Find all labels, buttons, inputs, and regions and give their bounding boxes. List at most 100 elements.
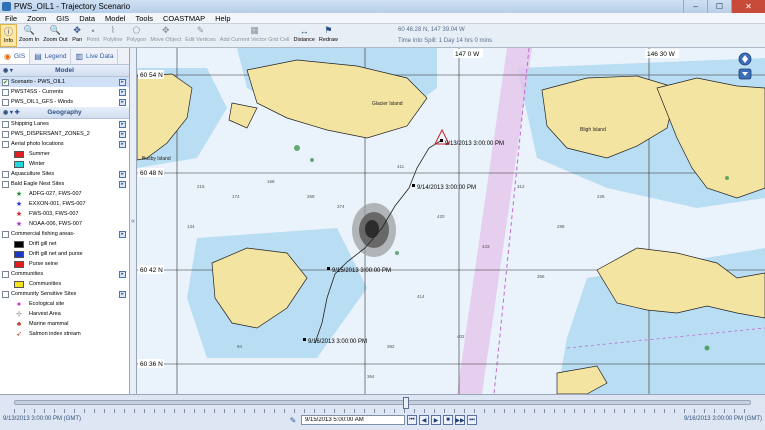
zoom-compass-control[interactable] — [737, 52, 753, 80]
tool-label: Redraw — [318, 37, 338, 43]
menu-coastmap[interactable]: COASTMAP — [158, 14, 210, 23]
tool-redraw-button[interactable]: ⚑ Redraw — [317, 24, 340, 47]
playback-stop-button[interactable]: ■ — [443, 415, 453, 425]
layer-options-icon[interactable]: ▸ — [119, 88, 126, 96]
model-layer-row[interactable]: ✔ Scenario - PWS_OIL1 ▸ — [0, 77, 129, 87]
layer-checkbox[interactable] — [2, 180, 9, 188]
layer-options-icon[interactable]: ▸ — [119, 180, 126, 188]
current-time-field[interactable] — [301, 415, 405, 425]
layer-options-icon[interactable]: ▸ — [119, 130, 126, 138]
wrench-icon[interactable]: ✎ — [288, 415, 298, 425]
svg-text:168: 168 — [267, 179, 275, 184]
legend-entry: ● Ecological site — [0, 299, 129, 309]
geography-layer-row[interactable]: Community Sensitive Sites ▸ — [0, 289, 129, 299]
layer-name: Bald Eagle Nest Sites — [11, 181, 65, 187]
layer-checkbox[interactable] — [2, 270, 9, 278]
panel-collapse-handle[interactable]: « — [130, 48, 137, 394]
model-section-header[interactable]: ◉ ▾ Model — [0, 65, 129, 77]
menu-zoom[interactable]: Zoom — [22, 14, 51, 23]
menu-tools[interactable]: Tools — [130, 14, 158, 23]
move-object-icon: ✥ — [162, 25, 170, 35]
tool-info-button[interactable]: ⓘ Info — [0, 24, 17, 47]
legend-swatch-icon — [14, 150, 24, 158]
model-layer-row[interactable]: PWST4SS - Currents ▸ — [0, 87, 129, 97]
layer-options-icon[interactable]: ▸ — [119, 170, 126, 178]
minimize-button[interactable]: – — [683, 0, 707, 13]
layer-checkbox[interactable] — [2, 120, 9, 128]
legend-label: Harvest Area — [29, 311, 61, 317]
layer-options-icon[interactable]: ▸ — [119, 78, 126, 86]
tab-live-data[interactable]: ▥ Live Data — [71, 48, 119, 64]
tool-add-grid-cell-button[interactable]: ▦ Add Current Vector Grid Cell — [218, 24, 292, 47]
time-slider-thumb[interactable] — [402, 397, 409, 409]
place-glacier-island: Glacier Island — [372, 101, 403, 107]
playback-play-button[interactable]: ▶ — [431, 415, 441, 425]
tool-point-button[interactable]: • Point — [85, 24, 102, 47]
tool-distance-button[interactable]: ↔ Distance — [292, 24, 317, 47]
playback-previous-button[interactable]: ◀ — [419, 415, 429, 425]
layer-checkbox[interactable] — [2, 290, 9, 298]
geography-layer-row[interactable]: Commercial fishing areas- ▸ — [0, 229, 129, 239]
layer-options-icon[interactable]: ▸ — [119, 270, 126, 278]
legend-entry: ★ FWS-003, FWS-007 — [0, 209, 129, 219]
tool-zoom-in-button[interactable]: 🔍 Zoom In — [17, 24, 41, 47]
edit-vertices-icon: ✎ — [196, 25, 205, 35]
layer-name: Community Sensitive Sites — [11, 291, 77, 297]
geography-layer-row[interactable]: Shipping Lanes ▸ — [0, 119, 129, 129]
layer-options-icon[interactable]: ▸ — [119, 98, 126, 106]
layer-options-icon[interactable]: ▸ — [119, 140, 126, 148]
tool-move-object-button[interactable]: ✥ Move Object — [148, 24, 183, 47]
trajectory-label-day3: 9/15/2013 3:00:00 PM — [332, 268, 391, 274]
legend-label: Drift gill net — [29, 241, 57, 247]
tool-pan-button[interactable]: ✥ Pan — [70, 24, 85, 47]
maximize-button[interactable]: ☐ — [707, 0, 731, 13]
legend-swatch-icon: ♣ — [16, 320, 22, 328]
geography-layer-row[interactable]: Aquaculture Sites ▸ — [0, 169, 129, 179]
layer-options-icon[interactable]: ▸ — [119, 230, 126, 238]
layer-checkbox[interactable] — [2, 130, 9, 138]
layer-options-icon[interactable]: ▸ — [119, 290, 126, 298]
time-slider[interactable] — [14, 397, 751, 409]
geography-layer-row[interactable]: PWS_DISPERSANT_ZONES_2 ▸ — [0, 129, 129, 139]
title-bar: PWS_OIL1 - Trajectory Scenario – ☐ ✕ — [0, 0, 765, 13]
layer-checkbox[interactable] — [2, 88, 9, 96]
nautical-chart[interactable]: 9/13/2013 3:00:00 PM 9/14/2013 3:00:00 P… — [137, 48, 765, 394]
geography-layer-row[interactable]: Bald Eagle Nest Sites ▸ — [0, 179, 129, 189]
legend-entry: ⊹ Harvest Area — [0, 309, 129, 319]
svg-text:94: 94 — [237, 344, 243, 349]
legend-entry: Winter — [0, 159, 129, 169]
layer-checkbox[interactable] — [2, 230, 9, 238]
live-data-icon: ▥ — [75, 51, 84, 61]
geography-section-header[interactable]: ◉ ▾ ✚ Geography — [0, 107, 129, 119]
tool-label: Info — [3, 38, 14, 44]
menu-gis[interactable]: GIS — [51, 14, 74, 23]
geography-layer-row[interactable]: Communities ▸ — [0, 269, 129, 279]
map-view[interactable]: 9/13/2013 3:00:00 PM 9/14/2013 3:00:00 P… — [137, 48, 765, 394]
playback-first-button[interactable]: ⏮ — [407, 415, 417, 425]
close-button[interactable]: ✕ — [731, 0, 765, 13]
svg-text:268: 268 — [307, 194, 315, 199]
layer-checkbox[interactable] — [2, 140, 9, 148]
model-layer-row[interactable]: PWS_OIL1_GFS - Winds ▸ — [0, 97, 129, 107]
tab-legend[interactable]: ▤ Legend — [30, 48, 72, 64]
tool-zoom-out-button[interactable]: 🔍 Zoom Out — [41, 24, 69, 47]
tool-polygon-button[interactable]: ⬠ Polygon — [124, 24, 148, 47]
playback-last-button[interactable]: ⏭ — [467, 415, 477, 425]
layer-options-icon[interactable]: ▸ — [119, 120, 126, 128]
tool-label: Add Current Vector Grid Cell — [219, 37, 290, 43]
layer-checkbox[interactable] — [2, 170, 9, 178]
legend-entry: ★ NOAA-006, FWS-007 — [0, 219, 129, 229]
layer-name: Commercial fishing areas- — [11, 231, 75, 237]
menu-file[interactable]: File — [0, 14, 22, 23]
tab-gis[interactable]: ◉ GIS — [0, 48, 31, 64]
menu-help[interactable]: Help — [210, 14, 235, 23]
geography-layer-row[interactable]: Aerial photo locations ▸ — [0, 139, 129, 149]
layer-checkbox[interactable] — [2, 98, 9, 106]
playback-fast-forward-button[interactable]: ▶▶ — [455, 415, 465, 425]
legend-swatch-icon — [14, 260, 24, 268]
tool-polyline-button[interactable]: ⌇ Polyline — [101, 24, 124, 47]
menu-data[interactable]: Data — [74, 14, 100, 23]
menu-model[interactable]: Model — [100, 14, 130, 23]
tool-edit-vertices-button[interactable]: ✎ Edit Vertices — [183, 24, 218, 47]
layer-checkbox[interactable]: ✔ — [2, 78, 9, 86]
